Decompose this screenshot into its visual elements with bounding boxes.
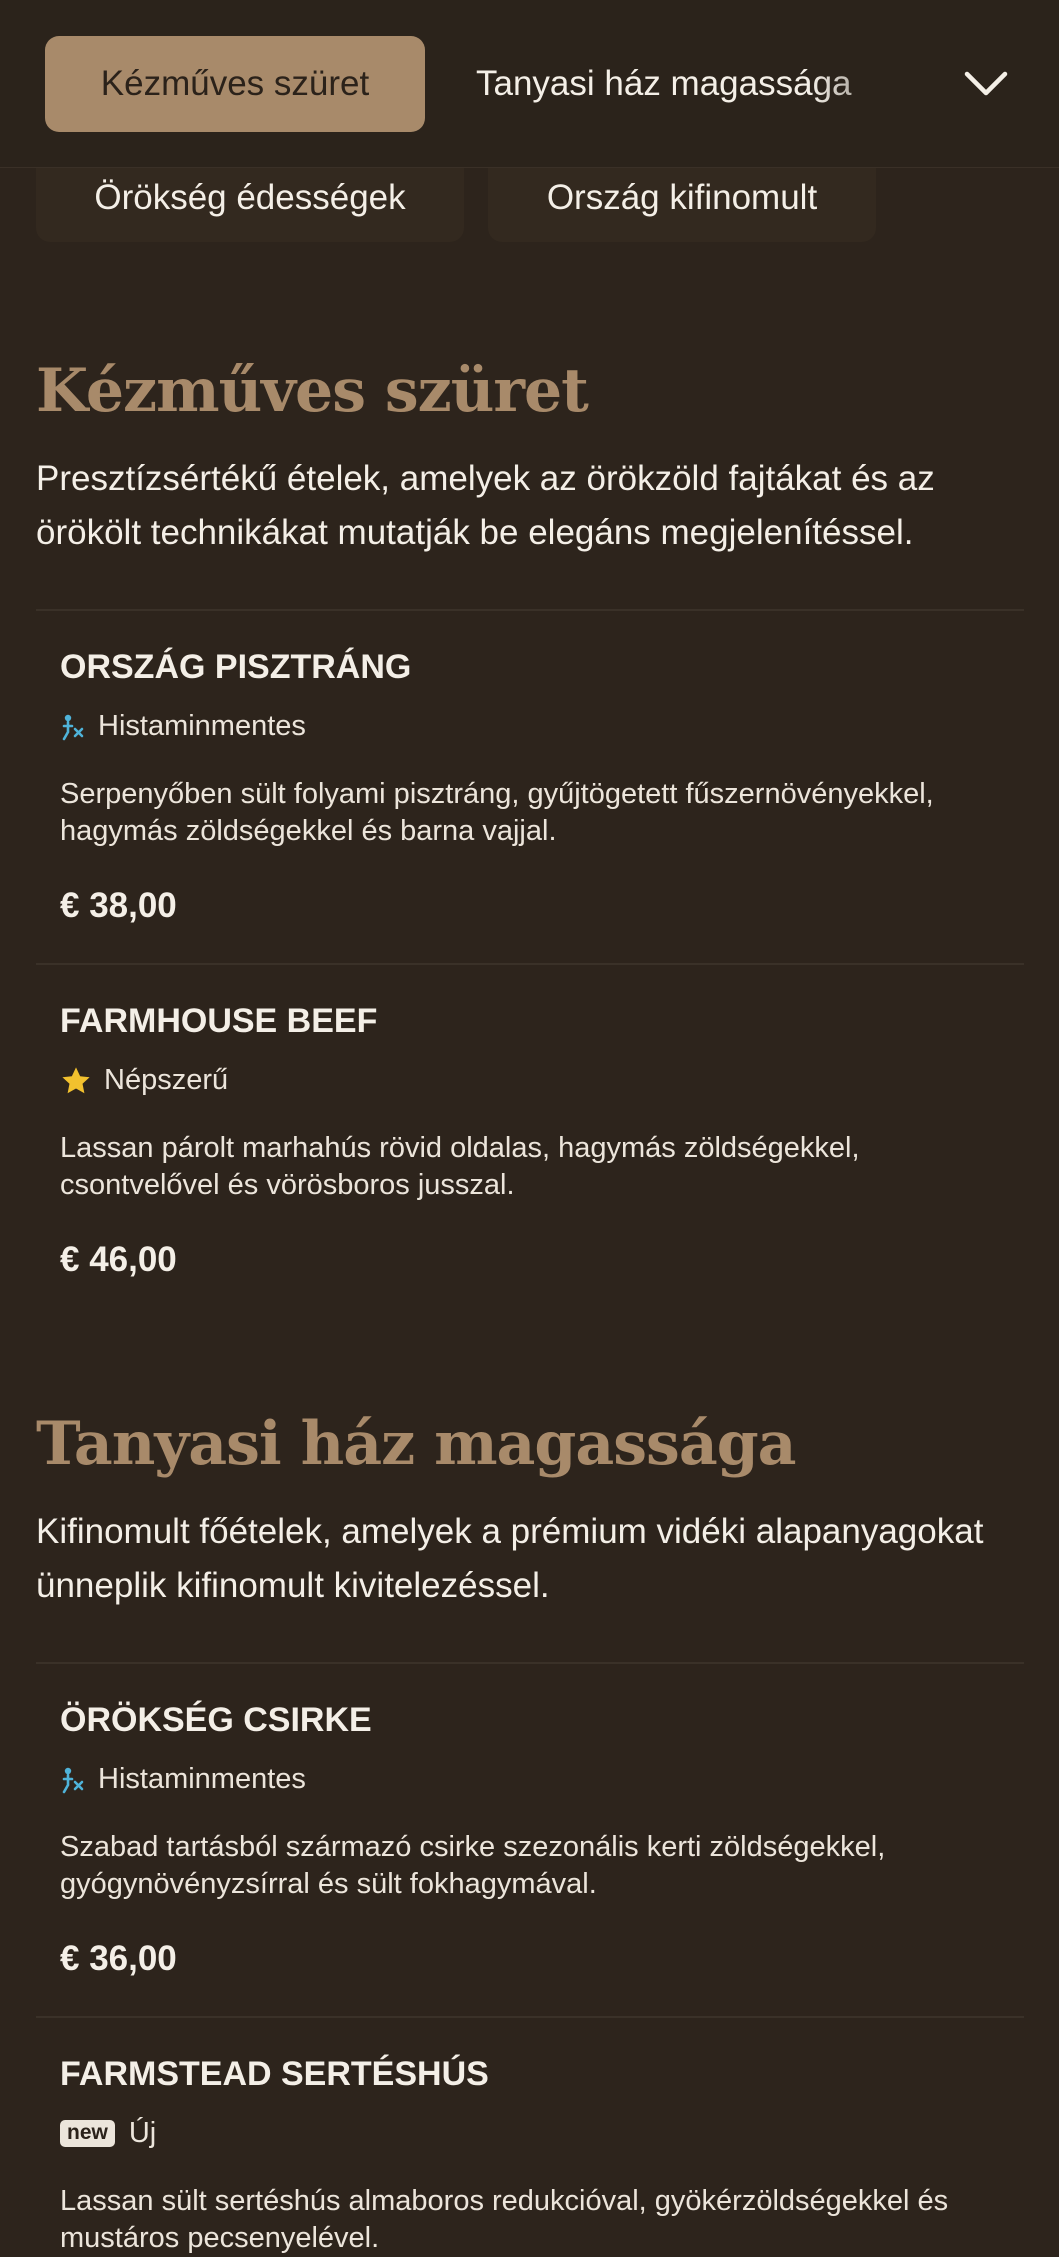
menu-item-price: € 46,00: [60, 1240, 177, 1279]
histamine-free-icon: [60, 1765, 86, 1795]
menu-item-name: ORSZÁG PISZTRÁNG: [60, 648, 412, 686]
section-title: Kézműves szüret: [36, 356, 589, 426]
category-pill-next[interactable]: Tanyasi ház magassága: [476, 36, 916, 132]
menu-item-badge-label: Histaminmentes: [98, 1763, 306, 1795]
menu-item-badge: new Új: [60, 2117, 156, 2150]
new-tag: new: [60, 2120, 115, 2147]
menu-item-name: FARMSTEAD SERTÉSHÚS: [60, 2055, 489, 2093]
menu-item-description: Szabad tartásból származó csirke szezoná…: [60, 1831, 886, 1900]
category-nav-bar: Kézműves szüret Tanyasi ház magassága: [0, 0, 1059, 168]
divider: [36, 963, 1024, 965]
histamine-free-icon: [60, 712, 86, 742]
menu-item-description: Lassan párolt marhahús rövid oldalas, ha…: [60, 1132, 860, 1201]
menu-item-price: € 38,00: [60, 886, 177, 925]
divider: [36, 2016, 1024, 2018]
menu-item-name: FARMHOUSE BEEF: [60, 1002, 378, 1040]
menu-item-badge: Histaminmentes: [60, 1763, 306, 1796]
menu-item-price: € 36,00: [60, 1939, 177, 1978]
section-title: Tanyasi ház magassága: [36, 1409, 797, 1479]
divider: [36, 1662, 1024, 1664]
menu-item-badge: Népszerű: [60, 1064, 228, 1097]
section-description: Presztízsértékű ételek, amelyek az örökz…: [36, 459, 935, 552]
menu-item-badge-label: Új: [128, 2117, 157, 2149]
menu-item-badge-label: Histaminmentes: [98, 710, 306, 742]
star-icon: [60, 1065, 92, 1097]
menu-item-description: Serpenyőben sült folyami pisztráng, gyűj…: [60, 778, 934, 847]
menu-item-badge: Histaminmentes: [60, 710, 306, 743]
chevron-down-icon[interactable]: [958, 58, 1014, 110]
section-description: Kifinomult főételek, amelyek a prémium v…: [36, 1512, 984, 1605]
menu-item-description: Lassan sült sertéshús almaboros redukció…: [60, 2185, 949, 2254]
divider: [36, 609, 1024, 611]
category-pill-active[interactable]: Kézműves szüret: [45, 36, 425, 132]
menu-item-badge-label: Népszerű: [104, 1064, 229, 1096]
menu-item-name: ÖRÖKSÉG CSIRKE: [60, 1701, 372, 1739]
category-tab-row: Örökség édességek Ország kifinomult: [0, 154, 1059, 252]
